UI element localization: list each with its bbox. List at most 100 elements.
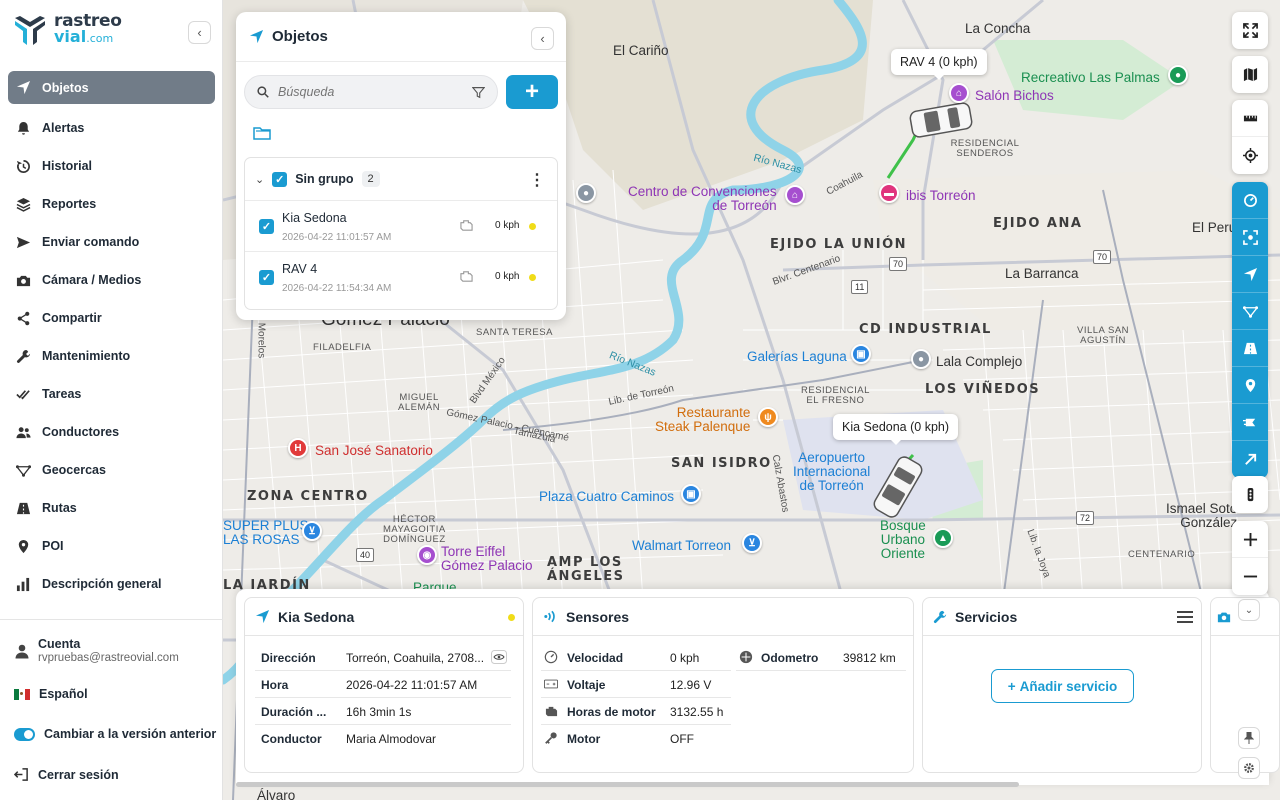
- search-box: [244, 75, 498, 109]
- sidebar-item-label: Alertas: [42, 121, 85, 135]
- fullscreen-button[interactable]: [1232, 12, 1268, 49]
- group-checkbox[interactable]: ✓: [272, 171, 288, 187]
- sidebar-item-mantenimiento[interactable]: Mantenimiento: [8, 337, 215, 375]
- object-checkbox[interactable]: ✓: [259, 270, 274, 285]
- map-label: Torre Eiffel Gómez Palacio: [441, 544, 533, 573]
- objects-panel: Objetos ‹ + ⌄ ✓ Sin grupo 2 ⋮ ✓ Kia Sedo…: [236, 12, 566, 320]
- info-value: 16h 3min 1s: [346, 705, 412, 719]
- map-label: Plaza Cuatro Caminos: [539, 489, 675, 504]
- sidebar-item-poi[interactable]: POI: [8, 527, 215, 565]
- services-card: Servicios + Añadir servicio: [922, 597, 1202, 773]
- tools-toolbar: [1232, 100, 1268, 174]
- cart-pin-icon[interactable]: ⊻: [302, 521, 322, 541]
- navigation-arrow-icon: [1243, 267, 1257, 281]
- logout-button[interactable]: Cerrar sesión: [14, 767, 119, 782]
- sidebar-item-compartir[interactable]: Compartir: [8, 299, 215, 337]
- sidebar-item-reportes[interactable]: Reportes: [8, 185, 215, 223]
- sidebar-item-alertas[interactable]: Alertas: [8, 109, 215, 147]
- toggle-switch[interactable]: [14, 727, 35, 741]
- shopping-pin-icon[interactable]: ▣: [851, 344, 871, 364]
- cart-pin-icon[interactable]: ⊻: [742, 533, 762, 553]
- info-value: Torreón, Coahuila, 2708...: [346, 651, 485, 665]
- gear-icon: [1244, 763, 1254, 773]
- object-info-card: Kia Sedona Dirección Torreón, Coahuila, …: [244, 597, 524, 773]
- building-pin-icon[interactable]: ⌂: [785, 185, 805, 205]
- add-object-button[interactable]: +: [506, 75, 558, 109]
- sidebar-item-camara[interactable]: Cámara / Medios: [8, 261, 215, 299]
- panel-settings-button[interactable]: [1238, 757, 1260, 779]
- traffic-button[interactable]: [1232, 182, 1268, 219]
- zoom-out-button[interactable]: [1232, 558, 1268, 595]
- park-pin-icon[interactable]: ●: [1168, 65, 1188, 85]
- old-version-toggle[interactable]: Cambiar a la versión anterior: [14, 727, 216, 741]
- hospital-pin-icon[interactable]: H: [288, 438, 308, 458]
- place-pin-icon[interactable]: ●: [911, 349, 931, 369]
- more-vertical-icon[interactable]: ⋮: [529, 170, 545, 190]
- sidebar-item-enviar-comando[interactable]: Enviar comando: [8, 223, 215, 261]
- tree-pin-icon[interactable]: ▲: [933, 528, 953, 548]
- fit-bounds-button[interactable]: [1232, 219, 1268, 256]
- locate-button[interactable]: [1232, 137, 1268, 174]
- group-header[interactable]: ⌄ ✓ Sin grupo 2: [245, 158, 557, 201]
- sidebar-item-historial[interactable]: Historial: [8, 147, 215, 185]
- bell-icon: [17, 121, 30, 135]
- menu-icon[interactable]: [1177, 610, 1193, 624]
- navigation-arrow-icon: [249, 29, 264, 44]
- tail-layer-button[interactable]: [1232, 404, 1268, 441]
- info-row-direccion: Dirección Torreón, Coahuila, 2708...: [255, 644, 511, 671]
- search-input[interactable]: [278, 85, 463, 99]
- sidebar-item-label: Reportes: [42, 197, 97, 211]
- ruler-button[interactable]: [1232, 100, 1268, 137]
- layers-toolbar: [1232, 182, 1268, 478]
- object-checkbox[interactable]: ✓: [259, 219, 274, 234]
- sidebar-item-descripcion[interactable]: Descripción general: [8, 565, 215, 603]
- shopping-pin-icon[interactable]: ▣: [681, 484, 701, 504]
- navigation-arrow-icon: [16, 80, 31, 95]
- traffic-light-button[interactable]: [1232, 476, 1268, 513]
- sidebar-collapse-button[interactable]: ‹: [188, 21, 211, 44]
- sidebar-item-geocercas[interactable]: Geocercas: [8, 451, 215, 489]
- key-icon: [545, 732, 557, 744]
- list-item[interactable]: ✓ RAV 4 2026-04-22 11:54:34 AM 0 kph: [245, 252, 557, 303]
- brand-logo[interactable]: rastreo vial.com: [12, 12, 122, 48]
- camera-pin-icon[interactable]: ◉: [417, 545, 437, 565]
- vehicle-tag-kia[interactable]: Kia Sedona (0 kph): [833, 414, 959, 445]
- hotel-pin-icon[interactable]: ▬: [879, 183, 899, 203]
- pin-panel-button[interactable]: [1238, 727, 1260, 749]
- objects-panel-collapse-button[interactable]: ‹: [531, 27, 554, 50]
- eye-icon[interactable]: [491, 650, 507, 664]
- account-menu[interactable]: Cuenta rvpruebas@rastreovial.com: [14, 637, 179, 664]
- info-row-conductor: Conductor Maria Almodovar: [255, 725, 511, 752]
- place-pin-icon[interactable]: ●: [576, 183, 596, 203]
- vehicle-tag-rav4[interactable]: RAV 4 (0 kph): [891, 49, 987, 80]
- poi-layer-button[interactable]: [1232, 367, 1268, 404]
- zoom-in-button[interactable]: [1232, 521, 1268, 558]
- sidebar-item-conductores[interactable]: Conductores: [8, 413, 215, 451]
- sidebar-item-rutas[interactable]: Rutas: [8, 489, 215, 527]
- map-type-button[interactable]: [1232, 56, 1268, 93]
- direction-layer-button[interactable]: [1232, 441, 1268, 478]
- map-icon: [1243, 67, 1257, 82]
- panel-collapse-button[interactable]: ⌄: [1238, 599, 1260, 621]
- restaurant-pin-icon[interactable]: ψ: [758, 407, 778, 427]
- add-service-button[interactable]: + Añadir servicio: [991, 669, 1134, 703]
- sidebar-item-tareas[interactable]: Tareas: [8, 375, 215, 413]
- sidebar-item-objetos[interactable]: Objetos: [8, 71, 215, 104]
- language-selector[interactable]: Español: [14, 687, 88, 701]
- wrench-icon: [933, 610, 947, 623]
- routes-layer-button[interactable]: [1232, 330, 1268, 367]
- filter-icon[interactable]: [472, 86, 485, 99]
- geofence-layer-button[interactable]: [1232, 293, 1268, 330]
- sidebar-item-label: Enviar comando: [42, 235, 140, 249]
- list-item[interactable]: ✓ Kia Sedona 2026-04-22 11:01:57 AM 0 kp…: [245, 201, 557, 252]
- map-label: San José Sanatorio: [315, 443, 433, 458]
- chevron-down-icon[interactable]: ⌄: [255, 173, 264, 186]
- sensor-row-horas-motor: Horas de motor 3132.55 h: [541, 698, 731, 725]
- engine-icon: [460, 271, 473, 282]
- send-icon: [16, 236, 31, 248]
- building-pin-icon[interactable]: ⌂: [949, 83, 969, 103]
- ruler-icon: [1243, 115, 1257, 121]
- folder-icon[interactable]: [253, 125, 271, 141]
- horizontal-scrollbar[interactable]: [236, 782, 1019, 787]
- objects-layer-button[interactable]: [1232, 256, 1268, 293]
